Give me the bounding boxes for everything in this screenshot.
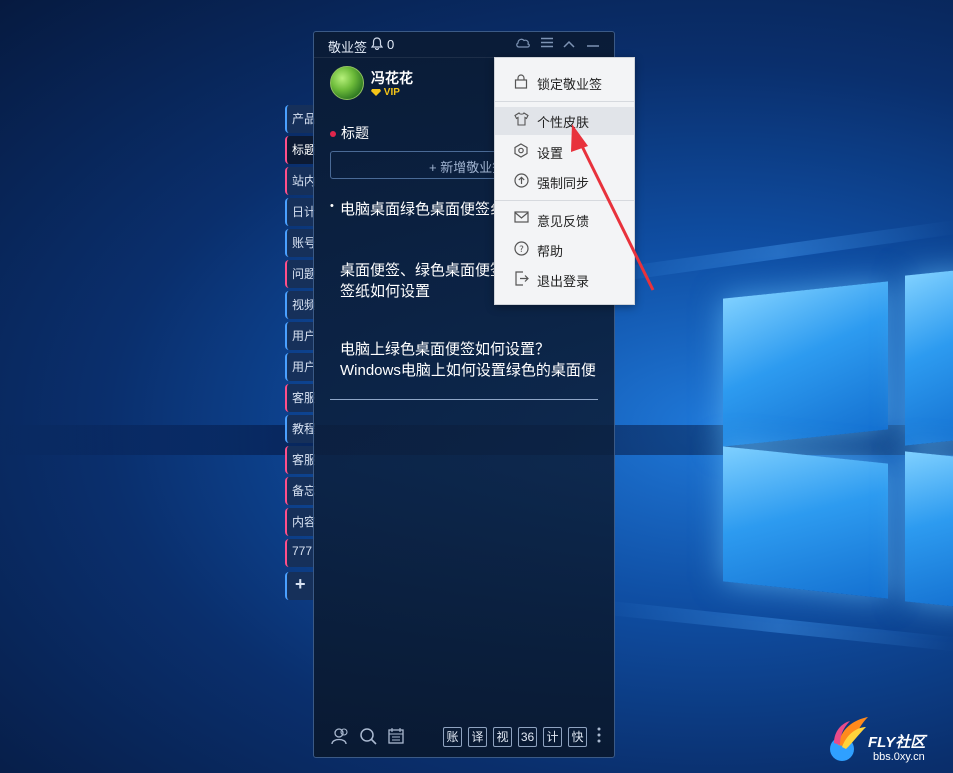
watermark-brand: FLY社区 — [868, 734, 926, 751]
watermark-url: bbs.0xy.cn — [873, 751, 925, 763]
fly-watermark: FLY社区 bbs.0xy.cn — [828, 713, 948, 768]
fly-logo-icon — [830, 717, 868, 761]
annotation-arrow — [571, 124, 655, 291]
